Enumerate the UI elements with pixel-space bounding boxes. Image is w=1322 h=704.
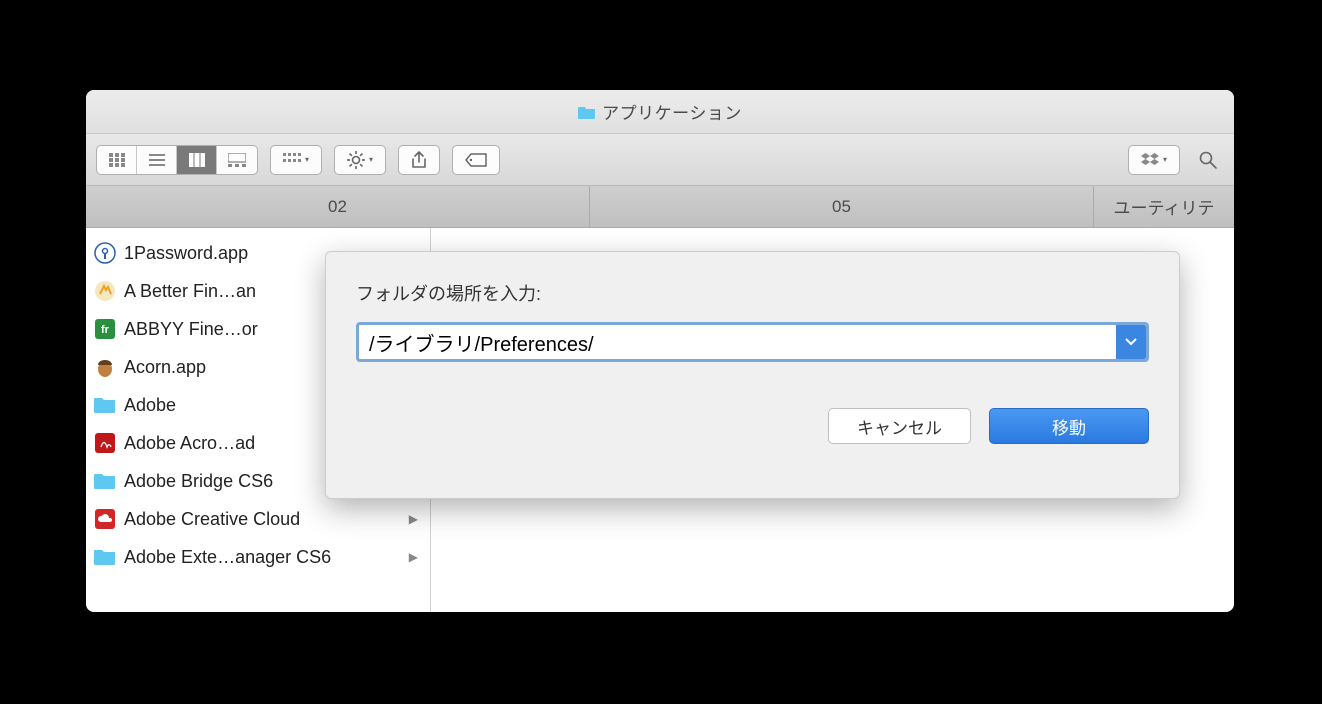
file-name: Adobe Exte…anager CS6 bbox=[124, 547, 401, 568]
tab-02[interactable]: 02 bbox=[86, 186, 590, 227]
cancel-button[interactable]: キャンセル bbox=[828, 408, 971, 444]
tag-icon bbox=[465, 153, 487, 167]
view-icon-button[interactable] bbox=[97, 146, 137, 174]
chevron-down-icon bbox=[1125, 338, 1137, 346]
file-item[interactable]: Adobe Creative Cloud ▶ bbox=[86, 500, 430, 538]
view-gallery-button[interactable] bbox=[217, 146, 257, 174]
chevron-down-icon: ▾ bbox=[369, 155, 373, 164]
window-title: アプリケーション bbox=[602, 99, 742, 124]
tags-button[interactable] bbox=[452, 145, 500, 175]
goto-folder-dialog: フォルダの場所を入力: キャンセル 移動 bbox=[325, 251, 1180, 499]
folder-icon bbox=[578, 105, 596, 119]
folder-path-input[interactable] bbox=[359, 325, 1116, 359]
gear-icon bbox=[347, 151, 365, 169]
folder-path-combo bbox=[356, 322, 1149, 362]
view-list-button[interactable] bbox=[137, 146, 177, 174]
toolbar: ▾ ▾ ▾ bbox=[86, 134, 1234, 186]
titlebar: アプリケーション bbox=[86, 90, 1234, 134]
dropbox-button[interactable]: ▾ bbox=[1128, 145, 1180, 175]
app-icon-acrobat bbox=[94, 432, 116, 454]
search-button[interactable] bbox=[1192, 145, 1224, 175]
app-icon-acorn bbox=[94, 356, 116, 378]
group-by-button[interactable]: ▾ bbox=[270, 145, 322, 175]
tab-05[interactable]: 05 bbox=[590, 186, 1094, 227]
disclosure-icon: ▶ bbox=[409, 512, 418, 526]
view-column-button[interactable] bbox=[177, 146, 217, 174]
chevron-down-icon: ▾ bbox=[305, 155, 309, 164]
app-icon-cc bbox=[94, 508, 116, 530]
go-button[interactable]: 移動 bbox=[989, 408, 1149, 444]
dropbox-icon bbox=[1141, 153, 1159, 167]
view-mode-segment bbox=[96, 145, 258, 175]
disclosure-icon: ▶ bbox=[409, 550, 418, 564]
dropdown-arrow-button[interactable] bbox=[1116, 325, 1146, 359]
svg-text:fr: fr bbox=[101, 324, 110, 336]
folder-icon bbox=[94, 546, 116, 568]
file-item[interactable]: Adobe Exte…anager CS6 ▶ bbox=[86, 538, 430, 576]
chevron-down-icon: ▾ bbox=[1163, 155, 1167, 164]
file-name: Adobe Creative Cloud bbox=[124, 509, 401, 530]
tab-bar: 02 05 ユーティリテ bbox=[86, 186, 1234, 228]
share-button[interactable] bbox=[398, 145, 440, 175]
folder-icon bbox=[94, 394, 116, 416]
app-icon-1password bbox=[94, 242, 116, 264]
tab-utilities[interactable]: ユーティリテ bbox=[1094, 186, 1234, 227]
app-icon-abetter bbox=[94, 280, 116, 302]
app-icon-abbyy: fr bbox=[94, 318, 116, 340]
search-icon bbox=[1199, 151, 1217, 169]
folder-icon bbox=[94, 470, 116, 492]
action-button[interactable]: ▾ bbox=[334, 145, 386, 175]
share-icon bbox=[411, 151, 427, 169]
dialog-label: フォルダの場所を入力: bbox=[356, 280, 1149, 306]
